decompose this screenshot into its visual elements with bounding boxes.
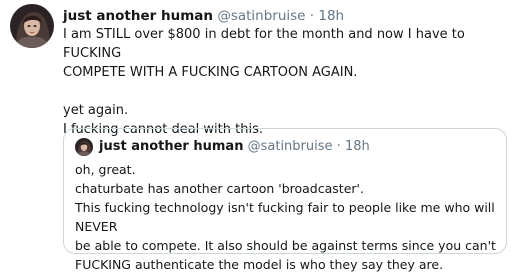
tweet[interactable]: just another human @satinbruise · 18h I … [0, 0, 526, 272]
quoted-timestamp: 18h [344, 139, 370, 154]
separator: · [336, 139, 341, 154]
quoted-line: FUCKING authenticate the model is who th… [75, 257, 444, 272]
quoted-line: This fucking technology isn't fucking fa… [75, 200, 499, 234]
quoted-handle: @satinbruise [247, 139, 333, 154]
quoted-text: oh, great. chaturbate has another cartoo… [75, 160, 500, 274]
quoted-display-name: just another human [99, 139, 244, 154]
tweet-line: I am STILL over $800 in debt for the mon… [63, 27, 469, 61]
tweet-line: COMPETE WITH A FUCKING CARTOON AGAIN. [63, 65, 358, 80]
handle[interactable]: @satinbruise [217, 8, 305, 24]
timestamp[interactable]: 18h [318, 8, 344, 24]
tweet-text: I am STILL over $800 in debt for the mon… [63, 25, 518, 139]
quoted-avatar[interactable] [75, 138, 93, 156]
quoted-line: be able to compete. It also should be ag… [75, 238, 496, 253]
separator: · [309, 8, 315, 24]
display-name[interactable]: just another human [63, 8, 213, 24]
quoted-tweet[interactable]: just another human @satinbruise · 18h oh… [63, 128, 507, 272]
profile-photo-icon [10, 4, 54, 48]
quoted-header: just another human @satinbruise · 18h [99, 137, 370, 156]
profile-photo-icon [75, 138, 93, 156]
tweet-header: just another human @satinbruise · 18h [63, 6, 344, 26]
avatar[interactable] [10, 4, 54, 48]
tweet-line: yet again. [63, 103, 129, 118]
tweet-line [63, 82, 518, 101]
quoted-line: oh, great. [75, 162, 136, 177]
quoted-line: chaturbate has another cartoon 'broadcas… [75, 181, 364, 196]
